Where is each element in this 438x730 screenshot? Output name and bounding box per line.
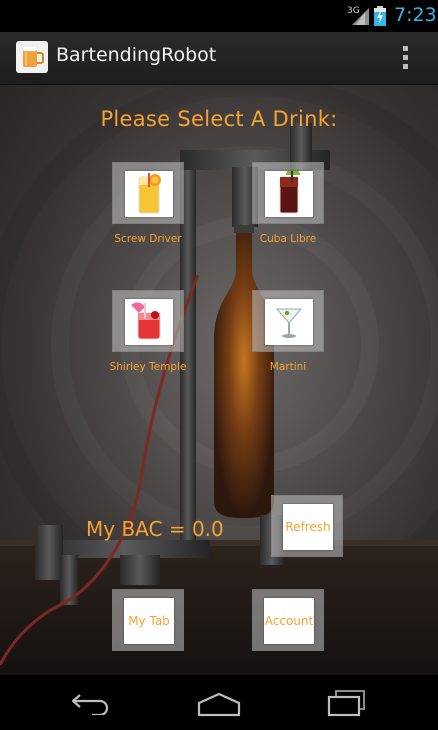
my-tab-button[interactable]: My Tab	[112, 589, 184, 651]
screwdriver-glass-icon	[125, 171, 173, 217]
main-content: Please Select A Drink: Screw Driver Cuba…	[0, 85, 438, 675]
shirley-temple-button[interactable]	[112, 290, 184, 352]
account-button-label: Account	[264, 598, 314, 644]
bac-readout: My BAC = 0.0	[86, 517, 224, 541]
select-drink-prompt: Please Select A Drink:	[100, 107, 338, 131]
refresh-button-label: Refresh	[283, 504, 333, 550]
my-tab-button-label: My Tab	[124, 598, 174, 644]
app-title: BartendingRobot	[56, 44, 217, 66]
martini-button[interactable]	[252, 290, 324, 352]
overflow-menu-icon[interactable]	[394, 42, 416, 74]
cuba-libre-label: Cuba Libre	[259, 233, 317, 245]
home-icon[interactable]	[196, 691, 242, 717]
martini-label: Martini	[269, 361, 307, 373]
back-icon[interactable]	[70, 691, 112, 715]
action-bar: BartendingRobot	[0, 32, 438, 85]
clock: 7:23	[394, 4, 437, 26]
recent-apps-icon[interactable]	[326, 689, 368, 717]
navigation-bar	[0, 675, 438, 730]
martini-glass-icon	[265, 299, 313, 345]
signal-icon	[352, 8, 369, 25]
cuba-libre-button[interactable]	[252, 162, 324, 224]
shirley-temple-glass-icon	[125, 299, 173, 345]
screen: 3G 7:23 BartendingRobot Please Select A …	[0, 0, 438, 730]
cuba-libre-glass-icon	[265, 168, 313, 217]
screw-driver-label: Screw Driver	[114, 233, 182, 245]
screw-driver-button[interactable]	[112, 162, 184, 224]
account-button[interactable]: Account	[252, 589, 324, 651]
refresh-button[interactable]: Refresh	[271, 495, 343, 557]
battery-charging-icon	[374, 6, 386, 26]
shirley-temple-label: Shirley Temple	[109, 361, 187, 373]
beer-mug-icon[interactable]	[16, 41, 48, 73]
background-photo	[0, 85, 438, 675]
status-bar: 3G 7:23	[0, 0, 438, 32]
